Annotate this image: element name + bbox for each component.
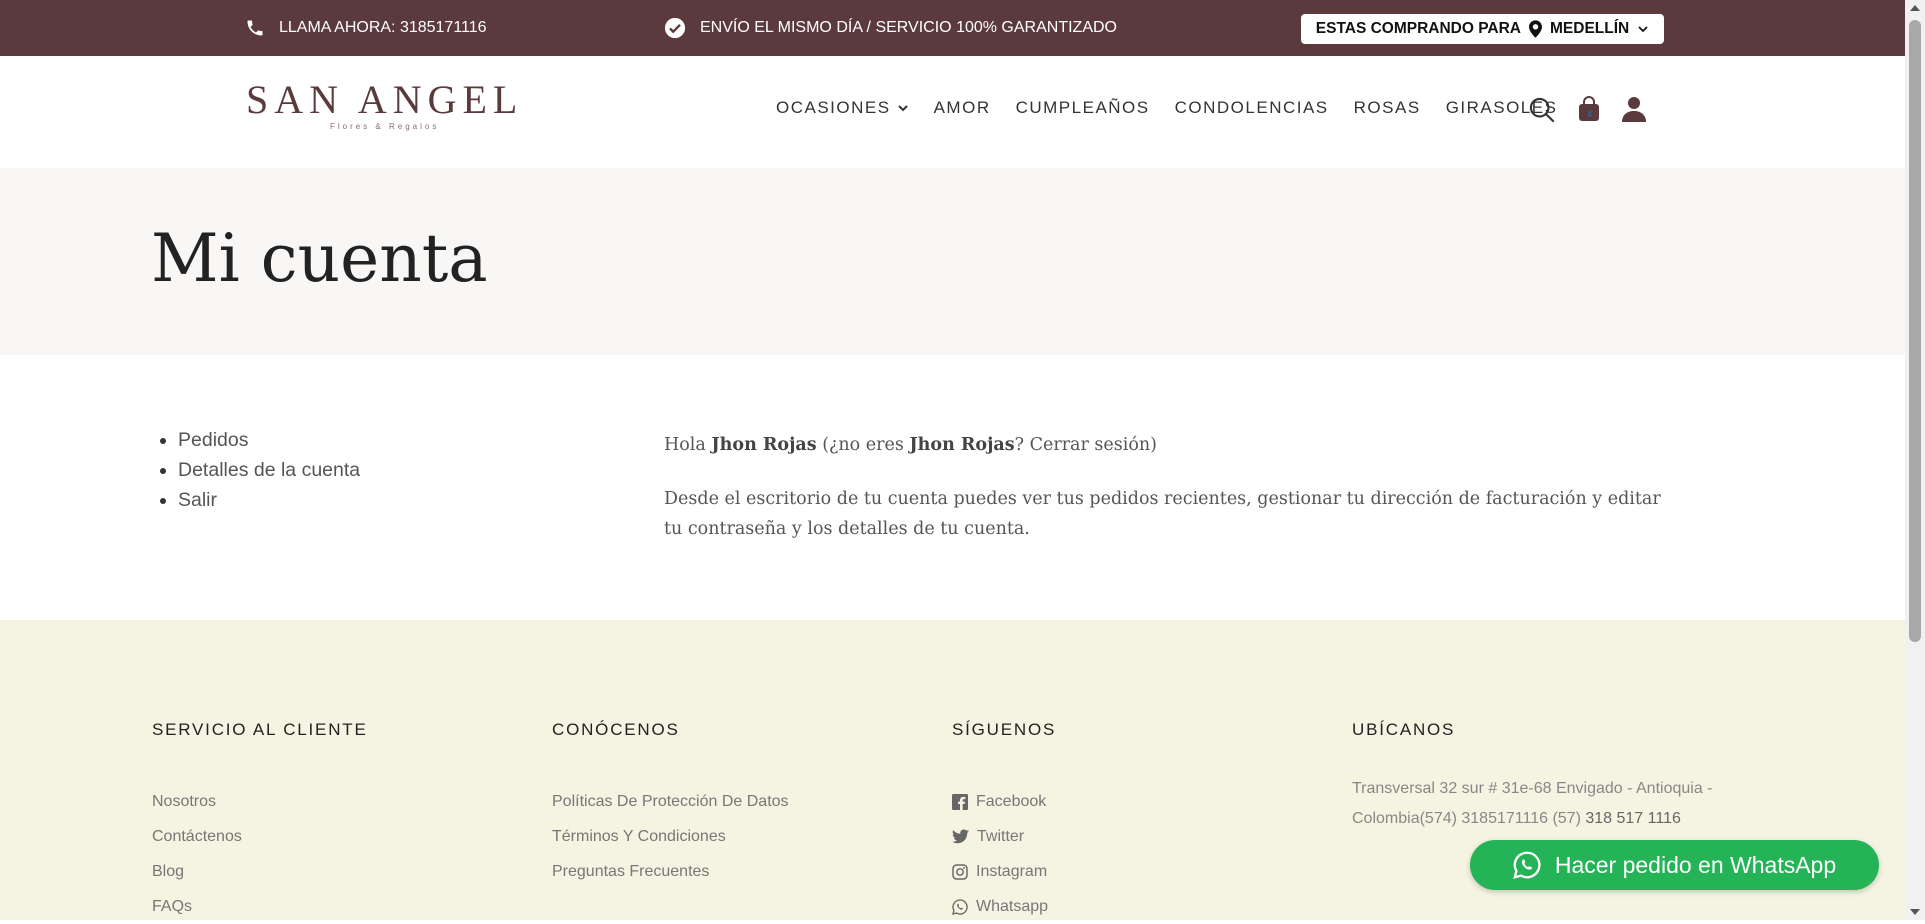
facebook-label: Facebook <box>976 792 1047 810</box>
account-dashboard: Hola Jhon Rojas (¿no eres Jhon Rojas? Ce… <box>664 430 1684 568</box>
chevron-down-icon <box>1638 26 1648 33</box>
nav-cumpleanos[interactable]: CUMPLEAÑOS <box>1016 98 1150 118</box>
footer-phone[interactable]: 318 517 1116 <box>1585 810 1681 827</box>
greeting-end: ) <box>1150 435 1157 455</box>
nav-amor[interactable]: AMOR <box>934 98 991 118</box>
greeting: Hola Jhon Rojas (¿no eres Jhon Rojas? Ce… <box>664 430 1684 460</box>
greeting-prefix: Hola <box>664 435 712 455</box>
footer-link-twitter[interactable]: Twitter <box>952 819 1056 854</box>
search-button[interactable] <box>1528 96 1556 129</box>
cart-count: 4 <box>1587 109 1593 119</box>
greeting-q: ? <box>1014 435 1030 455</box>
twitter-icon <box>952 829 969 844</box>
logo-main: SAN ANGEL <box>246 77 524 122</box>
footer-link-terms[interactable]: Términos Y Condiciones <box>552 819 789 854</box>
nav-ocasiones[interactable]: OCASIONES <box>776 98 909 118</box>
footer-link-blog[interactable]: Blog <box>152 854 368 889</box>
whatsapp-order-button[interactable]: Hacer pedido en WhatsApp <box>1470 840 1879 890</box>
greeting-mid: (¿no eres <box>816 435 910 455</box>
footer-col-social: SÍGUENOS Facebook Twitter Instagram What… <box>952 720 1056 924</box>
user-icon <box>1622 97 1646 122</box>
nav-rosas[interactable]: ROSAS <box>1354 98 1421 118</box>
dashboard-text: Desde el escritorio de tu cuenta puedes … <box>664 489 1661 539</box>
footer-heading-service: SERVICIO AL CLIENTE <box>152 720 368 739</box>
city-selector[interactable]: ESTAS COMPRANDO PARA MEDELLÍN <box>1301 14 1664 44</box>
whatsapp-icon <box>952 898 968 915</box>
footer-link-nosotros[interactable]: Nosotros <box>152 784 368 819</box>
footer-heading-about: CONÓCENOS <box>552 720 680 739</box>
shipping-text: ENVÍO EL MISMO DÍA / SERVICIO 100% GARAN… <box>700 19 1117 36</box>
user-name-2: Jhon Rojas <box>909 435 1015 455</box>
site-header: SAN ANGEL Flores & Regalos OCASIONES AMO… <box>0 56 1905 168</box>
shipping-notice: ENVÍO EL MISMO DÍA / SERVICIO 100% GARAN… <box>664 0 1117 56</box>
city-name: MEDELLÍN <box>1550 20 1630 37</box>
footer-col-about: CONÓCENOS Políticas De Protección De Dat… <box>552 720 789 889</box>
user-name: Jhon Rojas <box>711 435 817 455</box>
nav-condolencias[interactable]: CONDOLENCIAS <box>1175 98 1329 118</box>
search-icon <box>1529 97 1555 123</box>
whatsapp-label: Whatsapp <box>976 897 1049 915</box>
footer-link-privacy[interactable]: Políticas De Protección De Datos <box>552 784 789 819</box>
logo[interactable]: SAN ANGEL Flores & Regalos <box>246 77 524 132</box>
main-nav: OCASIONES AMOR CUMPLEAÑOS CONDOLENCIAS R… <box>776 98 1557 118</box>
footer-link-faqs[interactable]: FAQs <box>152 889 368 924</box>
footer-link-faq[interactable]: Preguntas Frecuentes <box>552 854 789 889</box>
top-bar: LLAMA AHORA: 3185171116 ENVÍO EL MISMO D… <box>0 0 1905 56</box>
account-nav-orders[interactable]: Pedidos <box>178 425 360 455</box>
footer-link-instagram[interactable]: Instagram <box>952 854 1056 889</box>
logout-link[interactable]: Cerrar sesión <box>1030 435 1151 455</box>
scroll-up-arrow[interactable] <box>1910 5 1920 11</box>
whatsapp-order-label: Hacer pedido en WhatsApp <box>1554 851 1837 878</box>
scroll-down-arrow[interactable] <box>1910 909 1920 915</box>
page-title-band: Mi cuenta <box>0 168 1905 355</box>
facebook-icon <box>952 793 968 810</box>
account-navigation: Pedidos Detalles de la cuenta Salir <box>151 425 360 515</box>
whatsapp-icon <box>1512 851 1541 879</box>
instagram-label: Instagram <box>976 862 1048 880</box>
instagram-icon <box>952 863 968 880</box>
page-title: Mi cuenta <box>151 220 488 297</box>
footer-col-location: UBÍCANOS Transversal 32 sur # 31e-68 Env… <box>1352 720 1742 834</box>
map-pin-icon <box>1529 20 1543 38</box>
footer-link-whatsapp[interactable]: Whatsapp <box>952 889 1056 924</box>
footer-heading-social: SÍGUENOS <box>952 720 1057 739</box>
account-nav-logout[interactable]: Salir <box>178 485 360 515</box>
chevron-down-icon <box>897 105 908 112</box>
logo-sub: Flores & Regalos <box>329 122 440 131</box>
account-nav-details[interactable]: Detalles de la cuenta <box>178 455 360 485</box>
footer-address: Transversal 32 sur # 31e-68 Envigado - A… <box>1352 774 1742 834</box>
scrollbar-thumb[interactable] <box>1909 20 1921 642</box>
footer-link-contactenos[interactable]: Contáctenos <box>152 819 368 854</box>
twitter-label: Twitter <box>977 827 1025 845</box>
account-button[interactable] <box>1622 96 1646 127</box>
phone-icon <box>247 20 263 36</box>
buying-for-label: ESTAS COMPRANDO PARA <box>1315 20 1522 37</box>
footer-heading-location: UBÍCANOS <box>1352 720 1456 739</box>
phone-text: LLAMA AHORA: 3185171116 <box>279 19 487 36</box>
check-circle-icon <box>664 17 686 39</box>
footer-link-facebook[interactable]: Facebook <box>952 784 1056 819</box>
page-scrollbar[interactable] <box>1905 0 1925 920</box>
nav-ocasiones-label: OCASIONES <box>776 98 891 117</box>
footer-col-service: SERVICIO AL CLIENTE Nosotros Contáctenos… <box>152 720 368 924</box>
cart-button[interactable]: 4 <box>1577 96 1601 127</box>
call-now[interactable]: LLAMA AHORA: 3185171116 <box>245 0 487 56</box>
